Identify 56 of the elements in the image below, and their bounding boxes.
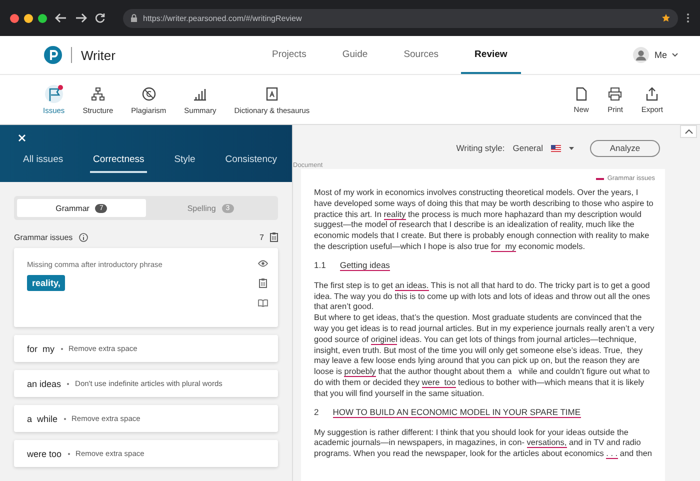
- suggestion-chip[interactable]: reality,: [27, 275, 66, 291]
- issue-tab[interactable]: Correctness: [90, 151, 148, 173]
- close-button[interactable]: [18, 134, 27, 142]
- issue-tab[interactable]: All issues: [20, 151, 66, 173]
- dictionary-icon: [264, 86, 280, 102]
- issue-phrase: an ideas: [27, 378, 62, 388]
- issue-phrase: for my: [27, 344, 55, 354]
- paragraph: The first step is to get an ideas. This is not all that hard to do. The tricky part is to get a good idea. The way you do this is to come up with lots and lots of ideas and throw out all the ones that aren’t good.: [314, 280, 652, 314]
- info-icon[interactable]: [78, 232, 88, 242]
- caret-icon: [672, 53, 678, 57]
- hierarchy-icon: [90, 86, 106, 102]
- clipboard-icon[interactable]: [259, 278, 267, 288]
- book-icon[interactable]: [258, 299, 268, 307]
- clipboard-icon[interactable]: [270, 232, 278, 242]
- nav-tab[interactable]: Sources: [390, 36, 453, 74]
- issue-phrase: were too: [27, 448, 62, 458]
- heading-number: 2: [314, 406, 319, 418]
- heading-text: Getting ideas: [340, 260, 390, 271]
- scroll-up-button[interactable]: [680, 125, 697, 138]
- section-title: Grammar issues: [14, 232, 73, 242]
- back-icon[interactable]: [55, 13, 67, 23]
- copyright-icon: [140, 86, 157, 102]
- export-icon: [644, 86, 660, 102]
- app-name: Writer: [81, 48, 116, 62]
- paragraph: Most of my work in economics involves constructing theoretical models. Over the years, I have developed some ways of doing this that may be worth describing to those who aspire to practice this art. In reality the process is much more haphazard than my description would suggest—the model of research that I describe is an idealization of reality, much like the economic models that I create. But there is probably enough connection with reality to make the description useful—which I hope is also true for my economic models.: [314, 188, 654, 253]
- minimize-window-icon[interactable]: [24, 14, 33, 22]
- close-icon: [18, 134, 26, 142]
- style-value[interactable]: General: [512, 143, 543, 153]
- maximize-window-icon[interactable]: [38, 14, 47, 22]
- menu-icon[interactable]: [686, 13, 690, 23]
- chevron-up-icon: [684, 129, 692, 134]
- nav-tab[interactable]: Projects: [258, 36, 320, 74]
- address-bar[interactable]: https://writer.pearsoned.com/#/writingReview: [123, 8, 678, 28]
- analyze-button[interactable]: Analyze: [590, 140, 660, 156]
- printer-icon: [607, 86, 624, 102]
- paragraph: But where to get ideas, that’s the question. Most graduate students are convinced that the way you get ideas is to read journal articles. But in my experience journals really aren’t a very good source of originel ideas. You can get lots of things from journal articles—technique, insight, even truth. But most of the time you will only get someone else’s ideas. True, they may leave a few loose ends lying around that you can pick up on, but the reason they are loose is probebly that the author thought about them a while and couldn’t figure out what to do with them or decided they were too tedious to bother with—which means that it is likely that you will find yourself in the same situation.: [314, 313, 655, 400]
- heading-text: HOW TO BUILD AN ECONOMIC MODEL IN YOUR SPARE TIME: [332, 406, 581, 418]
- eye-icon[interactable]: [258, 260, 268, 267]
- us-flag-icon[interactable]: [551, 144, 561, 152]
- reload-icon[interactable]: [95, 13, 105, 23]
- lock-icon: [131, 14, 137, 22]
- paragraph: My suggestion is rather different: I think that you should look for your ideas outside the academic journals—in newspapers, in magazines, in con- versations, and in TV and radio programs. When you read the newspaper, look for the articles about economics . . . and then: [314, 428, 653, 460]
- forward-icon[interactable]: [75, 13, 87, 23]
- nav-tab[interactable]: Guide: [328, 36, 382, 74]
- style-label: Writing style:: [456, 143, 505, 153]
- heading-number: 1.1: [314, 260, 326, 271]
- issue-tab[interactable]: Consistency: [222, 151, 280, 173]
- issue-tab[interactable]: Style: [171, 151, 198, 173]
- star-icon[interactable]: [662, 14, 670, 22]
- avatar-icon: [633, 47, 650, 63]
- caret-icon[interactable]: [569, 146, 574, 150]
- issue-count: 7: [260, 232, 264, 242]
- issue-phrase: a while: [27, 414, 58, 424]
- close-window-icon[interactable]: [10, 14, 19, 22]
- user-menu[interactable]: Me: [633, 36, 678, 74]
- logo-icon: [44, 46, 62, 64]
